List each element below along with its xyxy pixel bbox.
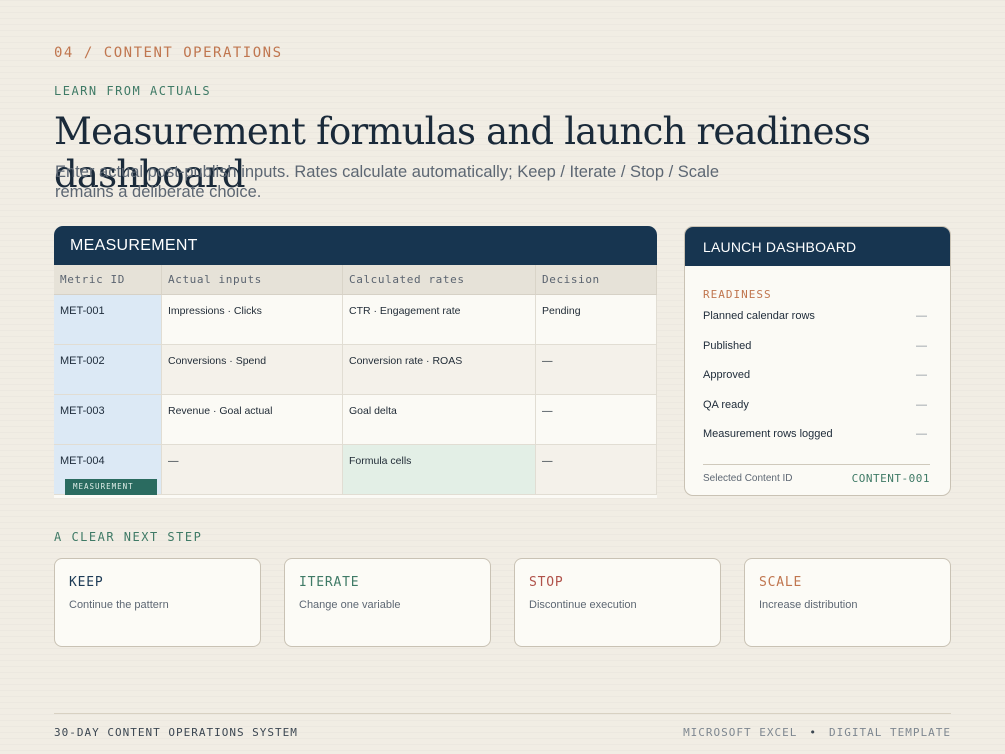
table-row: MET-001 Impressions · Clicks CTR · Engag… [54, 295, 657, 345]
card-description: Discontinue execution [529, 599, 637, 611]
actual-inputs-cell[interactable]: Revenue · Goal actual [162, 395, 343, 445]
readiness-item: QA ready — [703, 399, 927, 429]
footer-divider [54, 713, 951, 714]
card-title: KEEP [69, 575, 104, 590]
readiness-item-label: Approved [703, 369, 751, 381]
card-description: Increase distribution [759, 599, 858, 611]
decision-cell[interactable]: — [536, 445, 657, 495]
readiness-item-value: — [916, 339, 927, 352]
readiness-item-value: — [916, 428, 927, 440]
measurement-title: MEASUREMENT [54, 226, 657, 265]
readiness-item: Approved — [703, 369, 927, 399]
selected-content-id[interactable]: CONTENT-001 [852, 472, 930, 485]
readiness-item-label: Measurement rows logged [703, 428, 833, 440]
card-title: ITERATE [299, 575, 360, 590]
decision-cell[interactable]: — [536, 395, 657, 445]
metric-id-cell[interactable]: MET-001 [54, 295, 162, 345]
card-description: Change one variable [299, 599, 401, 611]
decision-cell[interactable]: — [536, 345, 657, 395]
decision-card-keep[interactable]: KEEP Continue the pattern [54, 558, 261, 647]
actual-inputs-cell[interactable]: Impressions · Clicks [162, 295, 343, 345]
readiness-item-value: — [916, 369, 927, 381]
decision-cell[interactable]: Pending [536, 295, 657, 345]
readiness-item: Measurement rows logged — [703, 428, 927, 458]
section-eyebrow: 04 / CONTENT OPERATIONS [54, 45, 283, 61]
calculated-rates-cell[interactable]: Goal delta [343, 395, 536, 445]
calculated-rates-cell[interactable]: CTR · Engagement rate [343, 295, 536, 345]
card-title: STOP [529, 575, 564, 590]
readiness-item: Published — [703, 340, 927, 370]
readiness-list: Planned calendar rows — Published — Appr… [703, 310, 927, 458]
section-separator: / [83, 45, 94, 61]
decision-card-iterate[interactable]: ITERATE Change one variable [284, 558, 491, 647]
actual-inputs-cell[interactable]: Conversions · Spend [162, 345, 343, 395]
measurement-table: Metric ID Actual inputs Calculated rates… [54, 265, 657, 295]
kicker: LEARN FROM ACTUALS [54, 84, 212, 98]
footer-bullet: • [809, 726, 818, 739]
footer-platform: MICROSOFT EXCEL [683, 726, 798, 739]
footer-format: DIGITAL TEMPLATE [829, 726, 951, 739]
formula-cell[interactable]: Formula cells [343, 445, 536, 495]
decision-card-stop[interactable]: STOP Discontinue execution [514, 558, 721, 647]
measurement-panel: MEASUREMENT Metric ID Actual inputs Calc… [54, 226, 657, 498]
column-header-metric-id[interactable]: Metric ID [54, 265, 162, 295]
table-row: MET-003 Revenue · Goal actual Goal delta… [54, 395, 657, 445]
page-subtitle: Enter actual post-publish inputs. Rates … [55, 163, 720, 201]
card-description: Continue the pattern [69, 599, 169, 611]
selected-content-label: Selected Content ID [703, 473, 793, 484]
column-header-decision[interactable]: Decision [536, 265, 657, 295]
metric-id-cell[interactable]: MET-002 [54, 345, 162, 395]
readiness-item-label: Planned calendar rows [703, 310, 815, 322]
table-row: MET-004 MEASUREMENT — Formula cells — [54, 445, 657, 495]
metric-id-text: MET-004 [60, 455, 105, 467]
readiness-heading: READINESS [703, 288, 772, 301]
calculated-rates-cell[interactable]: Conversion rate · ROAS [343, 345, 536, 395]
sheet-tab-measurement[interactable]: MEASUREMENT [65, 479, 157, 495]
readiness-item-value: — [916, 398, 927, 411]
readiness-item-value: — [916, 310, 927, 322]
launch-dashboard-panel: LAUNCH DASHBOARD READINESS Planned calen… [684, 226, 951, 496]
footer-meta: MICROSOFT EXCEL • DIGITAL TEMPLATE [683, 726, 951, 739]
decision-card-scale[interactable]: SCALE Increase distribution [744, 558, 951, 647]
metric-id-cell[interactable]: MET-003 [54, 395, 162, 445]
column-header-calculated-rates[interactable]: Calculated rates [343, 265, 536, 295]
section-name: CONTENT OPERATIONS [103, 45, 283, 61]
divider [703, 464, 930, 465]
readiness-item-label: Published [703, 339, 752, 352]
next-step-heading: A CLEAR NEXT STEP [54, 530, 203, 544]
metric-id-cell[interactable]: MET-004 MEASUREMENT [54, 445, 162, 495]
actual-inputs-cell[interactable]: — [162, 445, 343, 495]
selected-content-row: Selected Content ID CONTENT-001 [703, 472, 930, 485]
table-row: MET-002 Conversions · Spend Conversion r… [54, 345, 657, 395]
readiness-item-label: QA ready [703, 398, 749, 411]
section-number: 04 [54, 45, 74, 61]
footer-product-name: 30-DAY CONTENT OPERATIONS SYSTEM [54, 726, 298, 739]
column-header-actual-inputs[interactable]: Actual inputs [162, 265, 343, 295]
readiness-item: Planned calendar rows — [703, 310, 927, 340]
card-title: SCALE [759, 575, 803, 590]
launch-dashboard-title: LAUNCH DASHBOARD [685, 227, 950, 266]
